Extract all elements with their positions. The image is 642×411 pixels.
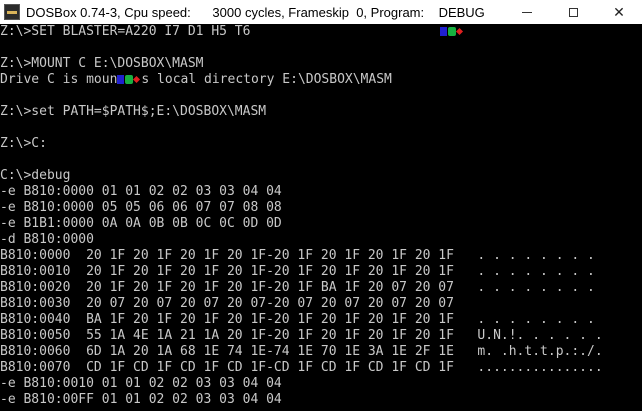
console-line: -e B810:0000 05 05 06 06 07 07 08 08 bbox=[0, 200, 282, 215]
console-line: -e B810:0000 01 01 02 02 03 03 04 04 bbox=[0, 184, 282, 199]
minimize-icon bbox=[522, 11, 532, 13]
glitch-artifact bbox=[440, 27, 448, 36]
glitch-artifact bbox=[456, 27, 464, 36]
console-line: -e B810:0010 01 01 02 02 03 03 04 04 bbox=[0, 376, 282, 391]
close-button[interactable]: ✕ bbox=[596, 0, 642, 24]
minimize-button[interactable] bbox=[504, 0, 550, 24]
console-line: B810:0010 20 1F 20 1F 20 1F 20 1F-20 1F … bbox=[0, 264, 595, 279]
console-line: B810:0030 20 07 20 07 20 07 20 07-20 07 … bbox=[0, 296, 454, 311]
console-line: B810:0000 20 1F 20 1F 20 1F 20 1F-20 1F … bbox=[0, 248, 595, 263]
console-line: C:\>debug bbox=[0, 168, 71, 183]
dosbox-window: DOSBox 0.74-3, Cpu speed: 3000 cycles, F… bbox=[0, 0, 642, 411]
console-line: B810:0040 BA 1F 20 1F 20 1F 20 1F-20 1F … bbox=[0, 312, 595, 327]
title-bar[interactable]: DOSBox 0.74-3, Cpu speed: 3000 cycles, F… bbox=[0, 0, 642, 24]
dos-console[interactable]: Z:\>SET BLASTER=A220 I7 D1 H5 T6 Z:\>MOU… bbox=[0, 24, 642, 411]
close-icon: ✕ bbox=[613, 3, 625, 20]
console-line: Drive C is moun s local directory E:\DOSB… bbox=[0, 72, 392, 87]
console-line: B810:0060 6D 1A 20 1A 68 1E 74 1E-74 1E … bbox=[0, 344, 603, 359]
window-controls: ✕ bbox=[504, 0, 642, 24]
console-line: B810:0070 CD 1F CD 1F CD 1F CD 1F-CD 1F … bbox=[0, 360, 603, 375]
console-line: B810:0020 20 1F 20 1F 20 1F 20 1F-20 1F … bbox=[0, 280, 595, 295]
maximize-button[interactable] bbox=[550, 0, 596, 24]
glitch-artifact bbox=[133, 75, 141, 84]
maximize-icon bbox=[568, 7, 578, 17]
console-line: B810:0050 55 1A 4E 1A 21 1A 20 1F-20 1F … bbox=[0, 328, 603, 343]
window-title: DOSBox 0.74-3, Cpu speed: 3000 cycles, F… bbox=[26, 4, 485, 20]
console-line: Z:\>set PATH=$PATH$;E:\DOSBOX\MASM bbox=[0, 104, 267, 119]
console-line: -e B810:00FF 01 01 02 02 03 03 04 04 bbox=[0, 392, 282, 407]
console-line: -d B810:0000 bbox=[0, 232, 94, 247]
glitch-artifact bbox=[117, 75, 125, 84]
dosbox-icon bbox=[4, 4, 20, 20]
console-line: Z:\>MOUNT C E:\DOSBOX\MASM bbox=[0, 56, 204, 71]
console-line: Z:\>SET BLASTER=A220 I7 D1 H5 T6 bbox=[0, 24, 642, 40]
console-line: -e B1B1:0000 0A 0A 0B 0B 0C 0C 0D 0D bbox=[0, 216, 282, 231]
console-line: Z:\>C: bbox=[0, 136, 47, 151]
